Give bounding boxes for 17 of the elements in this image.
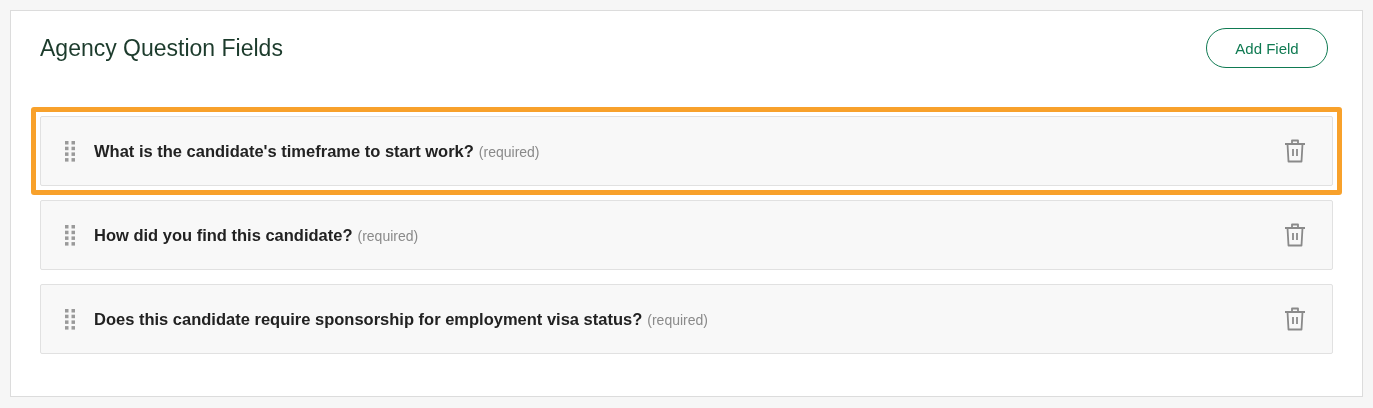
required-note: (required) [647,311,708,328]
trash-icon[interactable] [1284,139,1306,163]
question-text: Does this candidate require sponsorship for employment visa status? [94,309,643,329]
question-row[interactable]: How did you find this candidate? (required) [40,200,1333,270]
required-note: (required) [478,143,540,160]
trash-icon[interactable] [1284,223,1306,247]
required-note: (required) [357,227,419,244]
add-field-button[interactable]: Add Field [1206,28,1328,68]
drag-handle-icon[interactable] [65,140,75,162]
question-row[interactable]: Does this candidate require sponsorship for employment visa status? (required) [40,284,1333,354]
question-text: What is the candidate's timeframe to start work? [94,141,474,161]
panel-title: Agency Question Fields [40,34,283,62]
drag-handle-icon[interactable] [65,224,75,246]
question-text: How did you find this candidate? [94,225,353,245]
question-row[interactable]: What is the candidate's timeframe to start work? (required) [31,107,1342,195]
drag-handle-icon[interactable] [65,308,75,330]
trash-icon[interactable] [1284,307,1306,331]
